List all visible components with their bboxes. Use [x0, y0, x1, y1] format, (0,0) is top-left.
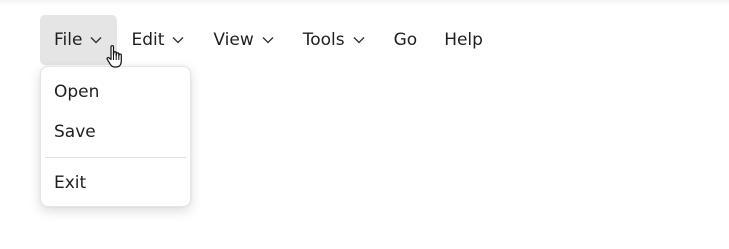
chevron-down-icon — [351, 32, 367, 48]
menu-tools[interactable]: Tools — [289, 15, 380, 65]
menu-view-label: View — [213, 30, 254, 50]
hand-pointer-icon — [104, 44, 126, 70]
menu-item-exit[interactable]: Exit — [41, 163, 190, 203]
menu-item-save-label: Save — [54, 122, 96, 142]
menu-file-label: File — [54, 30, 83, 50]
top-shadow — [0, 0, 729, 6]
menu-go-label: Go — [393, 30, 418, 50]
menu-item-save[interactable]: Save — [41, 112, 190, 152]
app-window: File Edit View Tools Go Help Open Save E… — [0, 0, 729, 249]
menu-tools-label: Tools — [302, 30, 345, 50]
menu-item-open-label: Open — [54, 82, 100, 102]
menu-item-exit-label: Exit — [54, 173, 87, 193]
menu-edit-label: Edit — [131, 30, 165, 50]
chevron-down-icon — [260, 32, 276, 48]
menu-help-label: Help — [444, 30, 483, 50]
menu-view[interactable]: View — [199, 15, 288, 65]
menu-edit[interactable]: Edit — [117, 15, 199, 65]
menu-go[interactable]: Go — [380, 15, 431, 65]
file-menu-dropdown: Open Save Exit — [40, 66, 191, 207]
chevron-down-icon — [170, 32, 186, 48]
chevron-down-icon — [88, 32, 104, 48]
menu-separator — [45, 157, 186, 158]
menu-item-open[interactable]: Open — [41, 72, 190, 112]
menu-help[interactable]: Help — [430, 15, 496, 65]
